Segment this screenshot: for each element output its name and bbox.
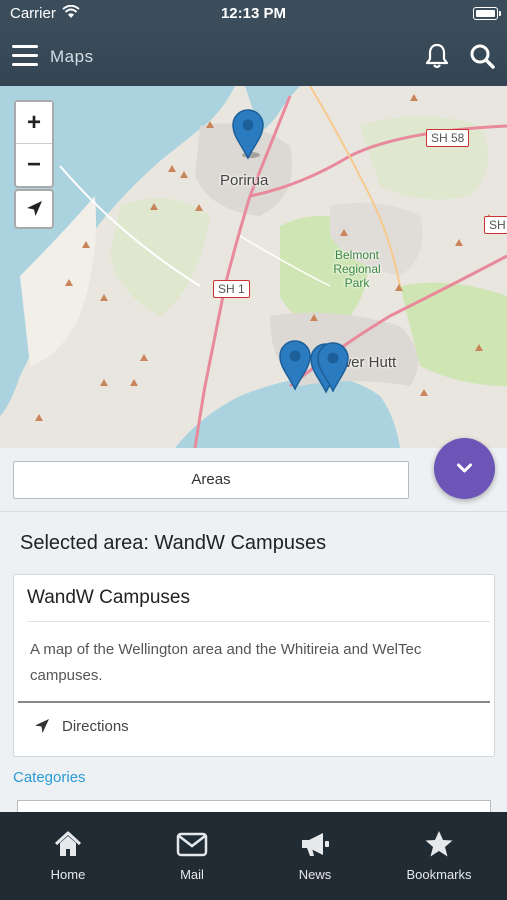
tab-news[interactable]: News [260,830,370,886]
megaphone-icon [302,833,329,856]
map-pin-lower-hutt-b[interactable] [316,341,350,393]
road-shield-sh1: SH 1 [213,280,250,298]
areas-button[interactable]: Areas [13,461,409,499]
zoom-control: + − [14,100,54,188]
expand-fab-button[interactable] [434,438,495,499]
directions-label: Directions [62,718,129,735]
bottom-tab-bar: Home Mail News Bookmarks [0,812,507,900]
zoom-in-button[interactable]: + [16,102,52,143]
road-shield-sh: SH [484,216,507,234]
map-label-belmont: Belmont Regional Park [333,248,381,290]
locate-button[interactable] [14,189,54,229]
card-divider [18,701,490,703]
map-label-porirua: Porirua [220,172,269,189]
map-pin-petone[interactable] [278,339,312,391]
menu-icon[interactable] [12,45,38,67]
tab-home[interactable]: Home [13,830,123,886]
area-card: WandW Campuses A map of the Wellington a… [13,574,495,757]
map-pin-porirua[interactable] [231,108,265,160]
road-shield-sh58: SH 58 [426,129,470,147]
selected-area-heading: Selected area: WandW Campuses [20,532,327,554]
section-divider [0,511,507,512]
card-description: A map of the Wellington area and the Whi… [30,641,422,684]
categories-link[interactable]: Categories [13,769,86,786]
tab-label-bookmarks: Bookmarks [406,867,472,882]
location-arrow-icon [35,719,49,733]
location-arrow-icon [27,201,42,216]
app-header: Maps [0,28,507,86]
home-icon [54,831,82,856]
page-title: Maps [50,47,94,66]
zoom-out-button[interactable]: − [16,144,52,185]
card-divider [27,621,490,622]
tab-mail[interactable]: Mail [137,830,247,886]
tab-label-mail: Mail [180,867,204,882]
search-icon[interactable] [469,42,495,70]
map-view[interactable]: Porirua ower Hutt Belmont Regional Park … [0,86,507,448]
tab-label-news: News [298,867,332,882]
chevron-down-icon [457,463,472,473]
battery-icon [473,7,501,20]
status-bar: Carrier 12:13 PM [0,0,507,28]
tab-label-home: Home [50,867,86,882]
bell-icon[interactable] [424,42,450,70]
mail-icon [176,832,208,857]
clock: 12:13 PM [220,5,287,22]
tab-bookmarks[interactable]: Bookmarks [384,830,494,886]
card-title: WandW Campuses [27,587,190,608]
star-icon [425,831,453,857]
